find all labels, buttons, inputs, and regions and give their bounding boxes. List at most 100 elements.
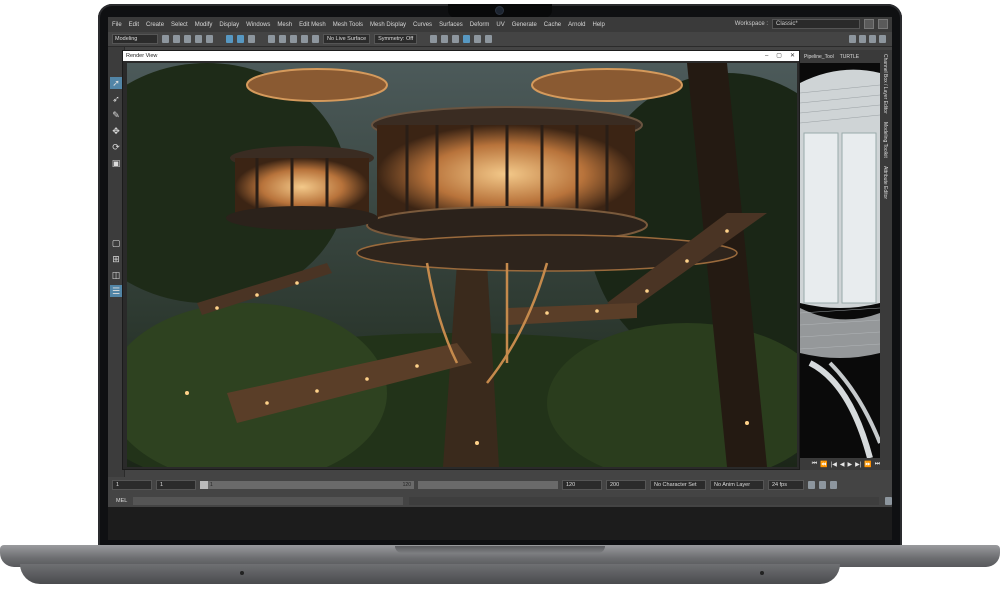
character-set-select[interactable]: No Character Set xyxy=(650,480,706,490)
ipr-render-icon[interactable] xyxy=(441,35,449,43)
menu-cache[interactable]: Cache xyxy=(544,22,561,28)
play-forwards-icon[interactable]: ▶ xyxy=(848,461,853,468)
tab-turtle[interactable]: TURTLE xyxy=(840,54,859,60)
scale-tool-icon[interactable]: ▣ xyxy=(110,157,122,169)
menu-uv[interactable]: UV xyxy=(496,22,504,28)
command-language-label[interactable]: MEL xyxy=(116,498,127,504)
menu-deform[interactable]: Deform xyxy=(470,22,490,28)
snap-curve-icon[interactable] xyxy=(279,35,286,43)
menu-windows[interactable]: Windows xyxy=(246,22,270,28)
menu-file[interactable]: File xyxy=(112,22,122,28)
menu-select[interactable]: Select xyxy=(171,22,188,28)
menu-modify[interactable]: Modify xyxy=(195,22,213,28)
menu-generate[interactable]: Generate xyxy=(512,22,537,28)
menu-help[interactable]: Help xyxy=(592,22,604,28)
side-by-side-icon[interactable]: ◫ xyxy=(110,269,122,281)
tab-channel-box[interactable]: Channel Box / Layer Editor xyxy=(880,50,890,118)
pause-icon[interactable] xyxy=(485,35,493,43)
menu-arnold[interactable]: Arnold xyxy=(568,22,585,28)
end-frame-field[interactable]: 120 xyxy=(562,480,602,490)
step-forward-key-icon[interactable]: ⏩ xyxy=(864,461,871,468)
workspace-label: Workspace : xyxy=(734,21,768,27)
undo-icon[interactable] xyxy=(195,35,202,43)
select-tool-icon[interactable]: ➚ xyxy=(110,77,122,89)
menu-mesh-display[interactable]: Mesh Display xyxy=(370,22,406,28)
time-range-slider[interactable]: 1 120 xyxy=(200,481,414,489)
save-scene-icon[interactable] xyxy=(184,35,191,43)
panel-toggles xyxy=(849,35,886,43)
fps-select[interactable]: 24 fps xyxy=(768,480,804,490)
menu-create[interactable]: Create xyxy=(146,22,164,28)
menu-display[interactable]: Display xyxy=(219,22,239,28)
range-end-label: 120 xyxy=(402,482,411,488)
play-backwards-icon[interactable]: ◀ xyxy=(840,461,845,468)
command-input[interactable] xyxy=(133,497,404,505)
symmetry-field[interactable]: Symmetry: Off xyxy=(374,34,418,44)
tab-pipeline-tool[interactable]: Pipeline_Tool xyxy=(804,54,834,60)
close-icon[interactable]: ✕ xyxy=(790,51,795,61)
menu-mesh-tools[interactable]: Mesh Tools xyxy=(333,22,363,28)
single-view-icon[interactable]: ▢ xyxy=(110,237,122,249)
step-back-frame-icon[interactable]: |◀ xyxy=(831,461,837,468)
maximize-icon[interactable]: ▢ xyxy=(776,51,782,61)
paint-select-icon[interactable]: ✎ xyxy=(110,109,122,121)
max-frame-field[interactable]: 200 xyxy=(606,480,646,490)
snap-plane-icon[interactable] xyxy=(301,35,308,43)
minimize-icon[interactable]: – xyxy=(765,51,768,61)
hinge-lip xyxy=(395,546,605,553)
preferences-icon[interactable] xyxy=(830,481,837,489)
perspective-viewport[interactable] xyxy=(800,63,880,458)
step-back-key-icon[interactable]: ⏪ xyxy=(820,461,827,468)
mode-select[interactable]: Modeling xyxy=(112,34,158,44)
go-to-start-icon[interactable]: ⏮ xyxy=(812,461,817,468)
workspace-area: Workspace : Classic* xyxy=(735,19,888,29)
hypershade-icon[interactable] xyxy=(463,35,471,43)
tab-attribute-editor[interactable]: Attribute Editor xyxy=(880,162,890,203)
attribute-editor-icon[interactable] xyxy=(859,35,866,43)
laptop-underside xyxy=(20,564,840,584)
tab-modeling-toolkit[interactable]: Modeling Toolkit xyxy=(880,118,890,162)
go-to-end-icon[interactable]: ⏭ xyxy=(875,461,880,468)
menu-surfaces[interactable]: Surfaces xyxy=(439,22,463,28)
render-settings-icon[interactable] xyxy=(452,35,460,43)
gear-icon[interactable] xyxy=(864,19,874,29)
snap-point-icon[interactable] xyxy=(290,35,297,43)
select-component-icon[interactable] xyxy=(248,35,255,43)
four-view-icon[interactable]: ⊞ xyxy=(110,253,122,265)
arnold-render-icon[interactable] xyxy=(474,35,482,43)
lock-icon[interactable] xyxy=(878,19,888,29)
move-tool-icon[interactable]: ✥ xyxy=(110,125,122,137)
menu-mesh[interactable]: Mesh xyxy=(277,22,292,28)
script-editor-icon[interactable] xyxy=(885,497,892,505)
render-view-window[interactable]: Render View – ▢ ✕ xyxy=(122,50,800,470)
tool-settings-icon[interactable] xyxy=(869,35,876,43)
step-forward-frame-icon[interactable]: ▶| xyxy=(855,461,861,468)
menu-curves[interactable]: Curves xyxy=(413,22,432,28)
range-slider-track[interactable] xyxy=(418,481,558,489)
snap-surface-icon[interactable] xyxy=(312,35,319,43)
redo-icon[interactable] xyxy=(206,35,213,43)
select-object-icon[interactable] xyxy=(237,35,244,43)
menu-edit[interactable]: Edit xyxy=(129,22,139,28)
modeling-toolkit-icon[interactable] xyxy=(849,35,856,43)
outliner-layout-icon[interactable]: ☰ xyxy=(110,285,122,297)
lasso-tool-icon[interactable]: ➶ xyxy=(110,93,122,105)
workspace-select[interactable]: Classic* xyxy=(772,19,860,29)
anim-layer-select[interactable]: No Anim Layer xyxy=(710,480,764,490)
channel-box-icon[interactable] xyxy=(879,35,886,43)
loop-icon[interactable] xyxy=(808,481,815,489)
new-scene-icon[interactable] xyxy=(162,35,169,43)
open-scene-icon[interactable] xyxy=(173,35,180,43)
webcam xyxy=(448,4,552,18)
rotate-tool-icon[interactable]: ⟳ xyxy=(110,141,122,153)
render-view-titlebar[interactable]: Render View – ▢ ✕ xyxy=(123,51,799,61)
snap-grid-icon[interactable] xyxy=(268,35,275,43)
range-start-handle[interactable] xyxy=(200,481,208,489)
start-frame-field[interactable]: 1 xyxy=(112,480,152,490)
auto-key-icon[interactable] xyxy=(819,481,826,489)
render-icon[interactable] xyxy=(430,35,438,43)
menu-edit-mesh[interactable]: Edit Mesh xyxy=(299,22,326,28)
live-surface-field[interactable]: No Live Surface xyxy=(323,34,371,44)
select-hierarchy-icon[interactable] xyxy=(226,35,233,43)
current-frame-field[interactable]: 1 xyxy=(156,480,196,490)
